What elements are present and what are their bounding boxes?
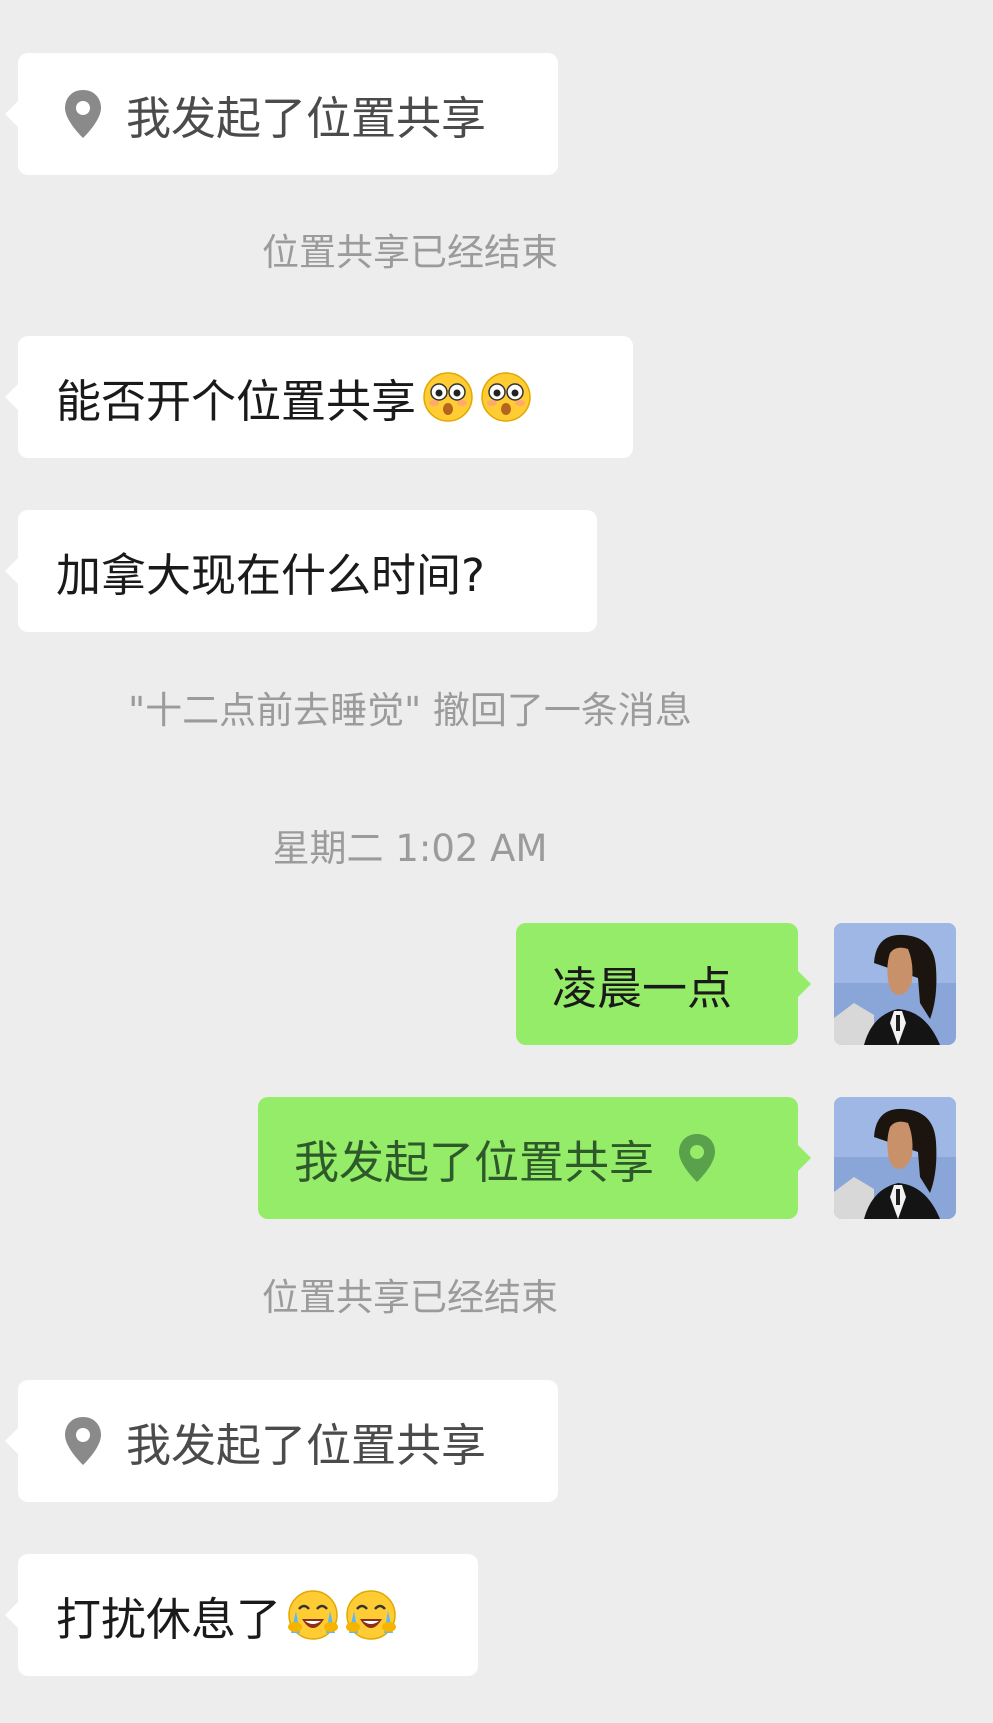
message-text: 我发起了位置共享	[294, 1135, 655, 1189]
message-text: 我发起了位置共享	[126, 1418, 487, 1472]
recall-notice: "十二点前去睡觉" 撤回了一条消息	[128, 689, 692, 732]
message-text: 打扰休息了	[56, 1592, 282, 1646]
text-message[interactable]: 打扰休息了	[5, 1554, 478, 1676]
message-text: 能否开个位置共享	[56, 374, 417, 428]
system-notice: 位置共享已经结束	[262, 1276, 558, 1319]
text-message[interactable]: 加拿大现在什么时间?	[5, 510, 597, 632]
location-share-message-outgoing[interactable]: 我发起了位置共享	[258, 1097, 811, 1219]
message-text: 我发起了位置共享	[126, 91, 487, 145]
location-share-message[interactable]: 我发起了位置共享	[5, 1380, 558, 1502]
timestamp: 星期二 1:02 AM	[272, 827, 548, 870]
location-pin-icon	[676, 1132, 718, 1184]
loudly-crying-face-emoji	[345, 1589, 397, 1641]
message-text: 凌晨一点	[552, 961, 733, 1015]
location-pin-icon	[62, 1415, 104, 1467]
location-pin-icon	[62, 88, 104, 140]
chat-history[interactable]: 我发起了位置共享 位置共享已经结束 能否开个位置共享 加拿大现在什么时间? "十…	[0, 0, 993, 1723]
text-message-outgoing[interactable]: 凌晨一点	[516, 923, 811, 1045]
flushed-face-emoji	[422, 371, 474, 423]
avatar[interactable]	[834, 1097, 956, 1219]
text-message[interactable]: 能否开个位置共享	[5, 336, 633, 458]
loudly-crying-face-emoji	[287, 1589, 339, 1641]
avatar[interactable]	[834, 923, 956, 1045]
location-share-message[interactable]: 我发起了位置共享	[5, 53, 558, 175]
message-text: 加拿大现在什么时间?	[56, 548, 485, 602]
flushed-face-emoji	[480, 371, 532, 423]
system-notice: 位置共享已经结束	[262, 231, 558, 274]
